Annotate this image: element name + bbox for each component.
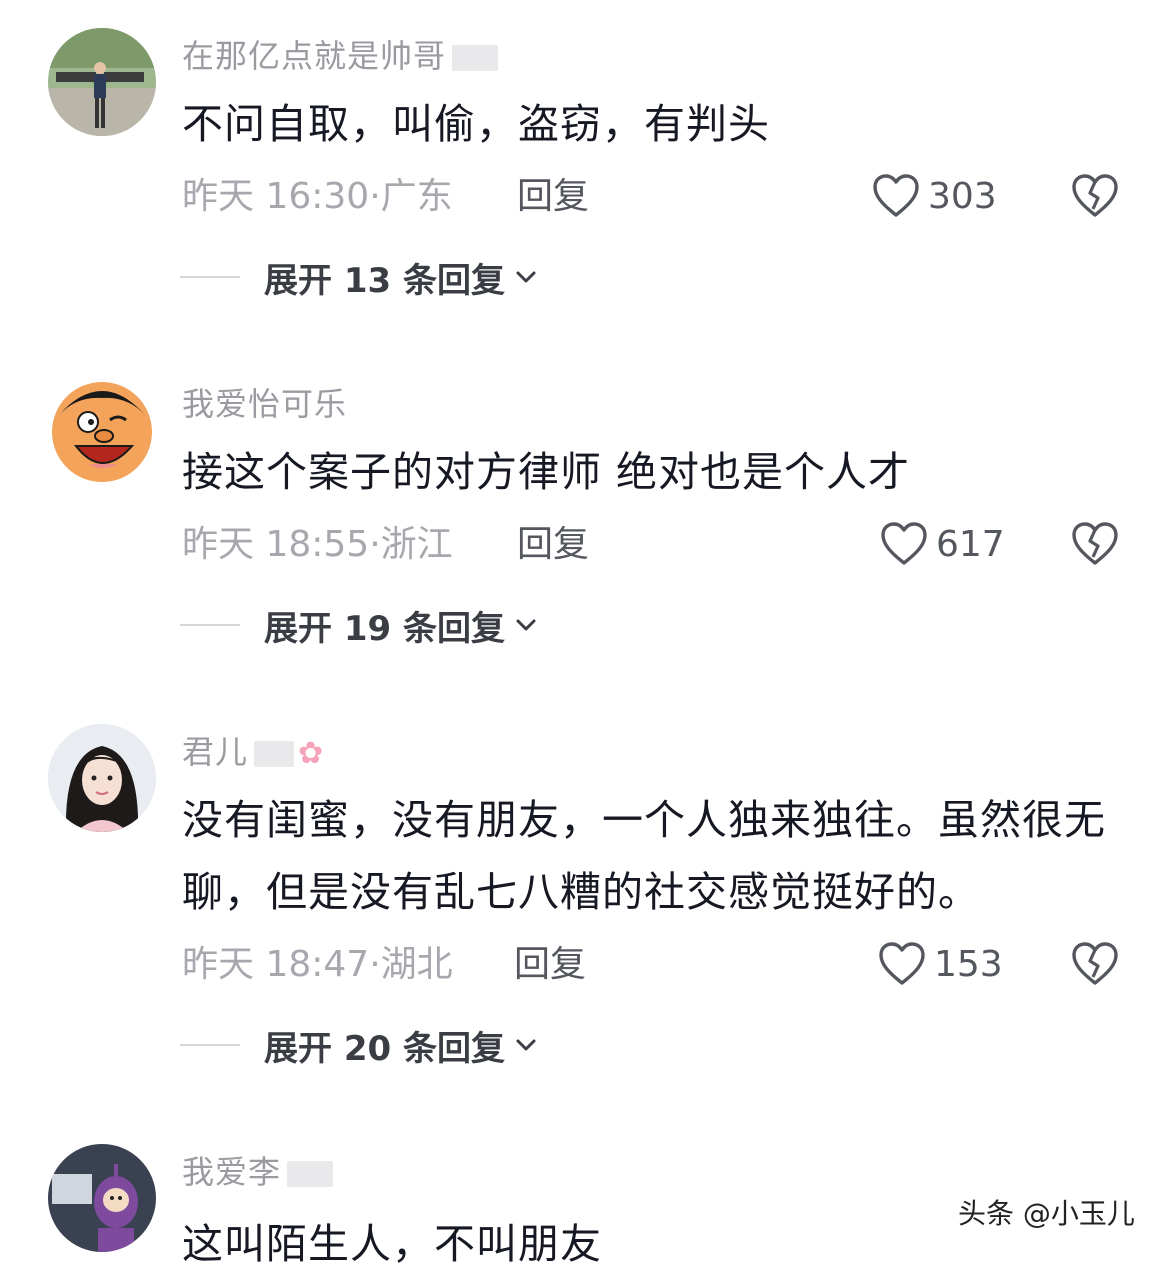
broken-heart-icon bbox=[1072, 942, 1118, 985]
dislike-button[interactable] bbox=[1070, 936, 1120, 992]
expand-replies-button[interactable]: 展开 13 条回复 bbox=[180, 252, 537, 302]
comment-text: 接这个案子的对方律师 绝对也是个人才 bbox=[182, 448, 911, 496]
avatar[interactable] bbox=[48, 724, 156, 832]
comment-text: 不问自取，叫偷，盗窃，有判头 bbox=[182, 100, 770, 148]
heart-outline-icon bbox=[873, 174, 919, 217]
like-button[interactable]: 153 bbox=[878, 936, 1018, 992]
comment-text: 没有闺蜜，没有朋友，一个人独来独往。虽然很无聊，但是没有乱七八糟的社交感觉挺好的… bbox=[182, 796, 1106, 916]
chevron-down-icon bbox=[516, 619, 536, 631]
reply-button[interactable]: 回复 bbox=[517, 520, 589, 570]
comment-time: 昨天 16:30 bbox=[182, 176, 370, 217]
broken-heart-icon bbox=[1072, 174, 1118, 217]
divider-line bbox=[180, 624, 240, 626]
username-mask bbox=[254, 741, 295, 767]
username[interactable]: 我爱怡可乐 bbox=[182, 384, 347, 424]
comment-meta: 昨天 18:55·浙江 bbox=[182, 524, 453, 565]
like-button[interactable]: 303 bbox=[872, 168, 1012, 224]
like-count: 303 bbox=[928, 175, 997, 217]
comment-location: 湖北 bbox=[380, 944, 453, 985]
username-mask bbox=[452, 45, 499, 71]
divider-line bbox=[180, 1044, 240, 1046]
avatar[interactable] bbox=[48, 1144, 156, 1252]
like-count: 153 bbox=[934, 943, 1003, 985]
username[interactable]: 在那亿点就是帅哥 bbox=[182, 36, 499, 76]
expand-replies-button[interactable]: 展开 19 条回复 bbox=[180, 600, 537, 650]
comment-time: 昨天 18:55 bbox=[182, 524, 370, 565]
comment-location: 浙江 bbox=[380, 524, 453, 565]
username-mask bbox=[287, 1161, 334, 1187]
expand-replies-label: 展开 13 条回复 bbox=[264, 260, 505, 301]
username[interactable]: 君儿 ✿ bbox=[182, 732, 324, 774]
flower-icon: ✿ bbox=[298, 736, 325, 771]
heart-outline-icon bbox=[881, 522, 927, 565]
reply-button[interactable]: 回复 bbox=[517, 172, 589, 222]
dislike-button[interactable] bbox=[1070, 168, 1120, 224]
like-count: 617 bbox=[936, 523, 1005, 565]
expand-replies-label: 展开 20 条回复 bbox=[264, 1028, 505, 1069]
divider-line bbox=[180, 276, 240, 278]
comment-location: 广东 bbox=[380, 176, 453, 217]
chevron-down-icon bbox=[516, 271, 536, 283]
expand-replies-label: 展开 19 条回复 bbox=[264, 608, 505, 649]
broken-heart-icon bbox=[1072, 522, 1118, 565]
username[interactable]: 我爱李 bbox=[182, 1152, 334, 1192]
chevron-down-icon bbox=[516, 1039, 536, 1051]
comment-time: 昨天 18:47 bbox=[182, 944, 370, 985]
reply-button[interactable]: 回复 bbox=[514, 940, 586, 990]
comment-meta: 昨天 16:30·广东 bbox=[182, 176, 453, 217]
avatar[interactable] bbox=[48, 376, 156, 484]
heart-outline-icon bbox=[879, 942, 925, 985]
comment-meta: 昨天 18:47·湖北 bbox=[182, 944, 453, 985]
avatar[interactable] bbox=[48, 28, 156, 136]
like-button[interactable]: 617 bbox=[880, 516, 1020, 572]
expand-replies-button[interactable]: 展开 20 条回复 bbox=[180, 1020, 537, 1070]
watermark: 头条 @小玉儿 bbox=[958, 1197, 1135, 1230]
dislike-button[interactable] bbox=[1070, 516, 1120, 572]
